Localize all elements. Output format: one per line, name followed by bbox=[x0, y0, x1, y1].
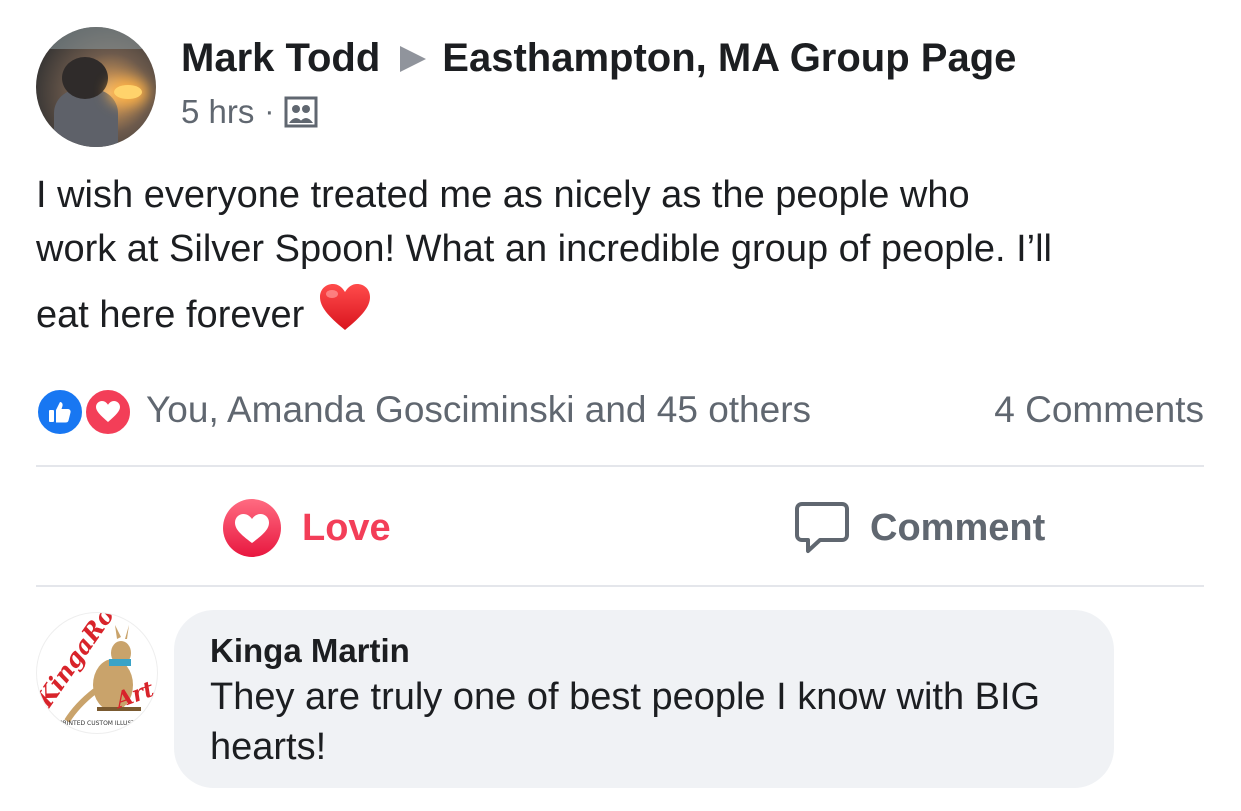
post-header: Mark Todd Easthampton, MA Group Page bbox=[181, 36, 1016, 81]
reaction-icons[interactable] bbox=[36, 386, 136, 436]
post-text-line-with-emoji: eat here forever bbox=[36, 282, 1216, 347]
facebook-post: Mark Todd Easthampton, MA Group Page 5 h… bbox=[0, 0, 1241, 811]
avatar-photo-flame bbox=[114, 85, 142, 99]
love-button-label: Love bbox=[302, 506, 391, 549]
comment-author[interactable]: Kinga Martin bbox=[210, 632, 410, 670]
commenter-avatar[interactable]: KingaRoo Art PRINTED CUSTOM ILLUSTRATION… bbox=[36, 612, 158, 734]
reactions-summary[interactable]: You, Amanda Gosciminski and 45 others bbox=[146, 389, 811, 431]
love-reaction-icon bbox=[222, 498, 282, 558]
comment-bubble[interactable]: Kinga Martin They are truly one of best … bbox=[174, 610, 1114, 788]
avatar-photo-background bbox=[36, 27, 156, 49]
comment-button-label: Comment bbox=[870, 506, 1046, 549]
like-icon bbox=[36, 388, 84, 436]
avatar-photo-head bbox=[62, 57, 108, 99]
comment-bubble-icon bbox=[794, 500, 850, 556]
reactions-row: You, Amanda Gosciminski and 45 others 4 … bbox=[36, 384, 1204, 436]
comments-count[interactable]: 4 Comments bbox=[994, 389, 1204, 431]
red-heart-emoji-icon bbox=[318, 282, 372, 347]
divider bbox=[36, 465, 1204, 467]
comment-text: They are truly one of best people I know… bbox=[210, 676, 1041, 768]
comment-button[interactable]: Comment bbox=[794, 492, 1045, 564]
post-timestamp[interactable]: 5 hrs bbox=[181, 93, 254, 131]
post-text-line: eat here forever bbox=[36, 293, 305, 336]
post-meta: 5 hrs · bbox=[181, 93, 318, 131]
post-text-line: work at Silver Spoon! What an incredible… bbox=[36, 228, 1052, 270]
post-body: I wish everyone treated me as nicely as … bbox=[36, 168, 1216, 347]
author-avatar[interactable] bbox=[36, 27, 156, 147]
divider bbox=[36, 585, 1204, 587]
love-icon bbox=[84, 388, 132, 436]
group-name[interactable]: Easthampton, MA Group Page bbox=[442, 36, 1016, 81]
love-button[interactable]: Love bbox=[222, 492, 391, 564]
group-privacy-icon bbox=[284, 96, 318, 128]
post-text-line: I wish everyone treated me as nicely as … bbox=[36, 174, 970, 216]
svg-text:PRINTED CUSTOM ILLUSTRATIONS: PRINTED CUSTOM ILLUSTRATIONS bbox=[59, 720, 157, 727]
author-name[interactable]: Mark Todd bbox=[181, 36, 380, 81]
arrow-right-icon bbox=[400, 45, 427, 72]
meta-separator: · bbox=[264, 95, 275, 128]
